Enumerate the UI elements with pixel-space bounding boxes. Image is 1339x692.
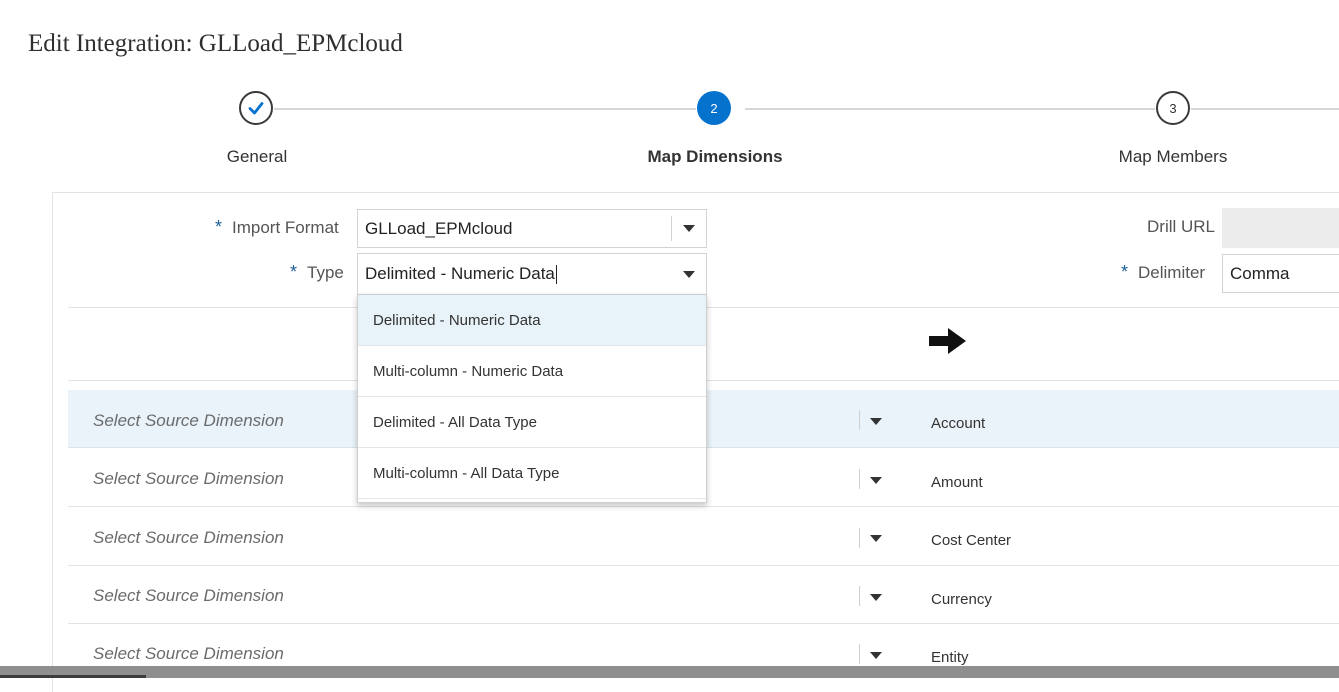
mapping-row-currency[interactable]: Select Source Dimension Currency [68,566,1339,624]
step-general-indicator[interactable] [239,91,273,125]
step-label-map-members[interactable]: Map Members [1119,147,1228,167]
arrow-right-icon [929,328,966,354]
caret-down-icon[interactable] [870,594,882,601]
caret-down-icon [683,225,695,232]
horizontal-scrollbar[interactable] [0,666,1339,678]
caret-down-icon[interactable] [870,477,882,484]
delimiter-label: * Delimiter [1121,262,1206,282]
type-option-multicolumn-numeric[interactable]: Multi-column - Numeric Data [358,346,706,397]
drill-url-label: Drill URL [1147,217,1215,236]
target-dimension-label: Amount [931,474,983,491]
step-label-general[interactable]: General [227,147,287,167]
drill-url-field[interactable] [1222,208,1339,248]
required-marker: * [290,262,298,282]
type-dropdown-button[interactable] [672,254,706,294]
train-line-2 [745,108,1155,110]
import-format-label: * Import Format [215,217,339,237]
row-separator [859,586,860,606]
type-value: Delimited - Numeric Data [365,264,555,283]
type-label: * Type [290,262,344,282]
target-dimension-label: Entity [931,649,969,666]
row-separator [859,644,860,664]
step-number: 2 [710,100,718,116]
source-dimension-select[interactable]: Select Source Dimension [93,528,284,548]
type-select[interactable]: Delimited - Numeric Data [357,253,707,294]
row-separator [859,469,860,489]
target-dimension-label: Account [931,415,986,432]
row-separator [859,528,860,548]
type-option-multicolumn-all[interactable]: Multi-column - All Data Type [358,448,706,499]
caret-down-icon[interactable] [870,652,882,659]
caret-down-icon[interactable] [870,418,882,425]
step-number: 3 [1169,100,1177,116]
import-format-dropdown-button[interactable] [672,210,706,247]
row-separator [859,410,860,430]
source-dimension-select[interactable]: Select Source Dimension [93,411,284,431]
target-dimension-label: Cost Center [931,532,1012,549]
step-label-map-dimensions[interactable]: Map Dimensions [647,147,782,167]
target-dimension-label: Currency [931,591,992,608]
step-map-members-indicator[interactable]: 3 [1156,91,1190,125]
type-option-delimited-all[interactable]: Delimited - All Data Type [358,397,706,448]
import-format-select[interactable]: GLLoad_EPMcloud [357,209,707,248]
delimiter-value: Comma [1230,263,1290,283]
type-dropdown-list: Delimited - Numeric Data Multi-column - … [357,294,707,503]
type-option-delimited-numeric[interactable]: Delimited - Numeric Data [358,295,706,346]
train-line-3 [1191,108,1339,110]
caret-down-icon [683,270,695,278]
source-dimension-select[interactable]: Select Source Dimension [93,586,284,606]
checkmark-icon [248,102,264,115]
text-cursor [555,264,557,284]
page-title: Edit Integration: GLLoad_EPMcloud [28,30,403,57]
required-marker: * [1121,262,1129,282]
step-map-dimensions-indicator[interactable]: 2 [697,91,731,125]
delimiter-select[interactable]: Comma [1222,254,1339,293]
import-format-value: GLLoad_EPMcloud [365,218,513,238]
source-dimension-select[interactable]: Select Source Dimension [93,469,284,489]
mapping-row-cost-center[interactable]: Select Source Dimension Cost Center [68,507,1339,566]
source-dimension-select[interactable]: Select Source Dimension [93,644,284,664]
train-line-1 [274,108,696,110]
required-marker: * [215,217,223,237]
caret-down-icon[interactable] [870,535,882,542]
